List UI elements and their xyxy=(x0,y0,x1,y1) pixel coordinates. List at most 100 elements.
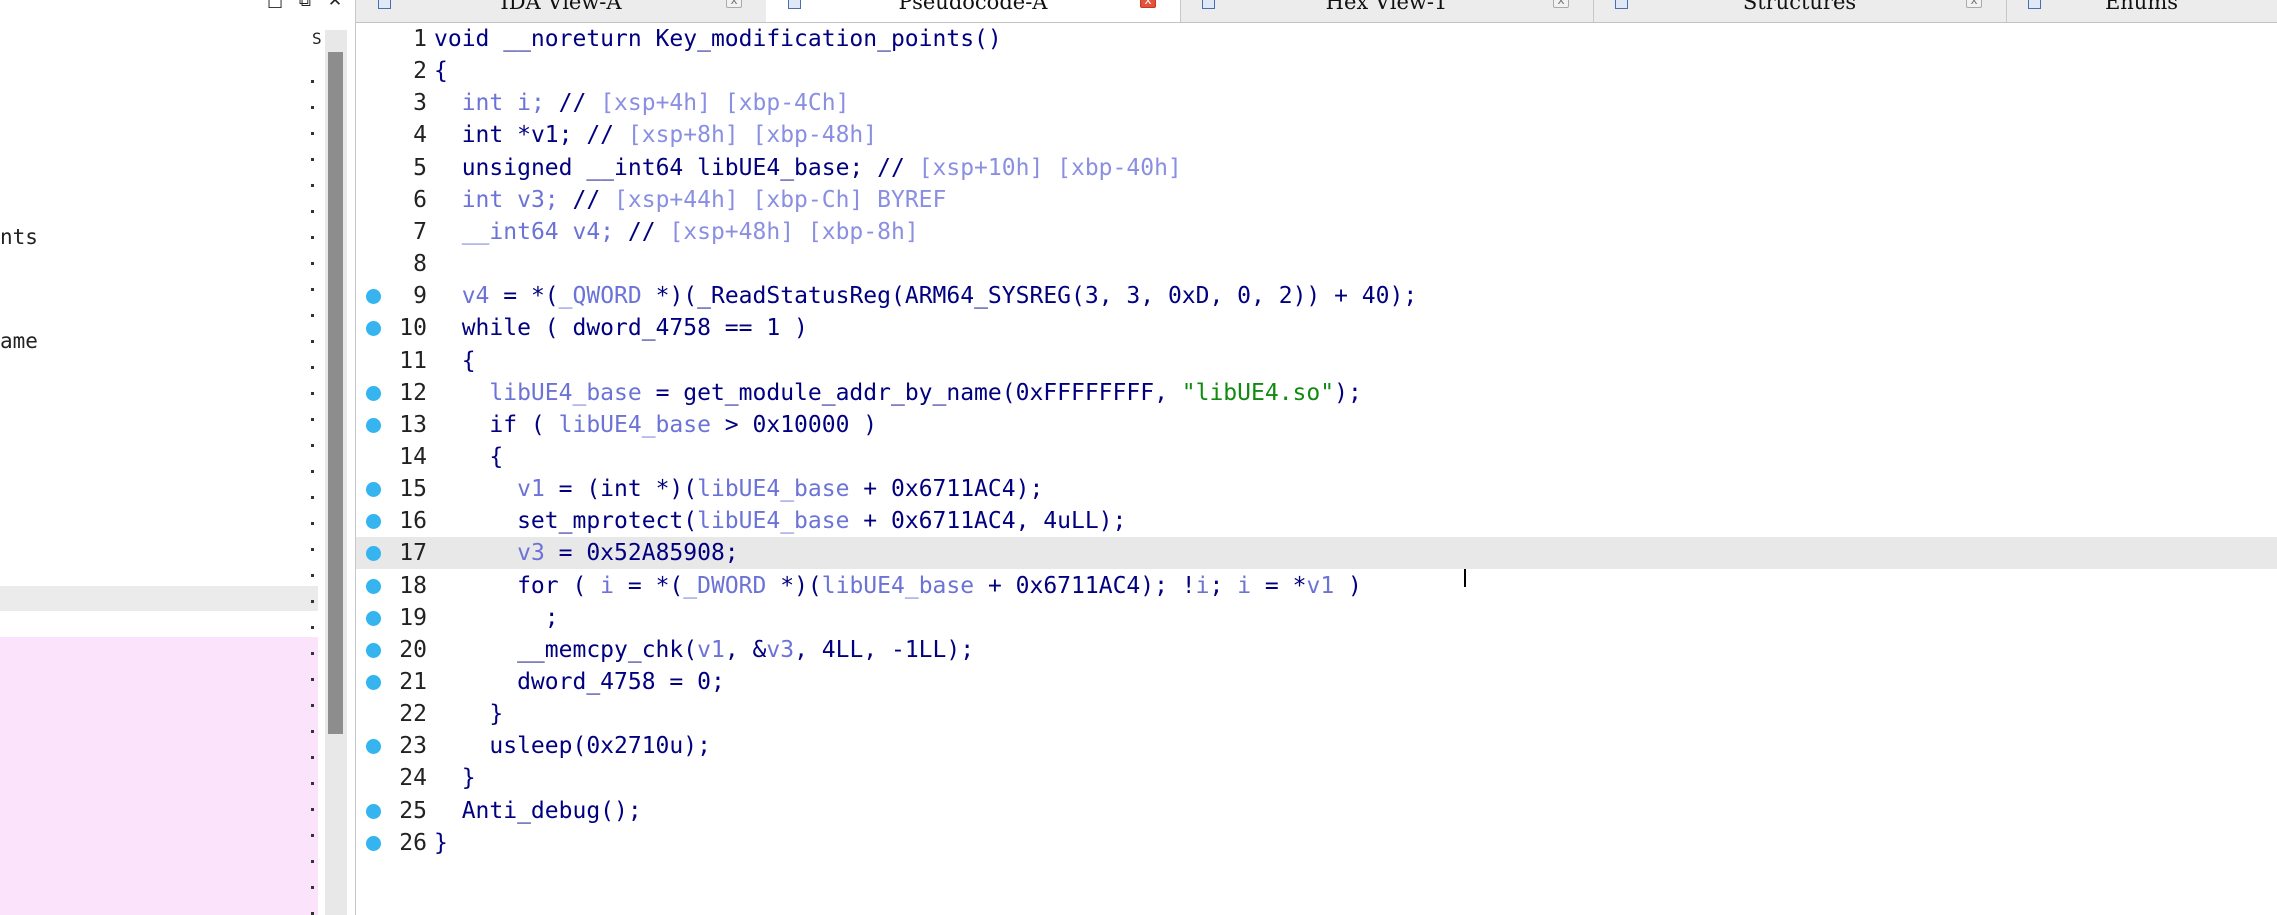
tab-close-icon[interactable]: x xyxy=(1966,0,1982,8)
line-number: 18 xyxy=(399,573,427,599)
function-list-item[interactable]: nts xyxy=(0,224,38,250)
code-line[interactable]: 16 set_mprotect(libUE4_base + 0x6711AC4,… xyxy=(356,505,2277,537)
line-number: 13 xyxy=(399,412,427,438)
tab-structures[interactable]: Structures x xyxy=(1593,0,2007,22)
code-line[interactable]: 2{ xyxy=(356,55,2277,87)
row-marker-dot xyxy=(311,704,314,707)
row-markers xyxy=(308,28,316,915)
line-number: 2 xyxy=(413,58,427,84)
line-number: 11 xyxy=(399,348,427,374)
tab-label: Structures xyxy=(1742,0,1857,14)
row-marker-dot xyxy=(311,340,314,343)
code-line[interactable]: 11 { xyxy=(356,345,2277,377)
functions-selected-row[interactable] xyxy=(0,586,318,611)
line-number: 14 xyxy=(399,444,427,470)
pane-window-controls: □ ⧉ ✕ xyxy=(265,0,345,12)
code-line[interactable]: 25 Anti_debug(); xyxy=(356,795,2277,827)
code-line[interactable]: 12 libUE4_base = get_module_addr_by_name… xyxy=(356,377,2277,409)
code-line[interactable]: 22 } xyxy=(356,698,2277,730)
code-text: while ( dword_4758 == 1 ) xyxy=(434,315,808,341)
tab-enums[interactable]: Enums xyxy=(2006,0,2277,22)
functions-scrollbar-thumb[interactable] xyxy=(328,52,343,734)
line-number: 24 xyxy=(399,765,427,791)
line-number: 10 xyxy=(399,315,427,341)
code-text: set_mprotect(libUE4_base + 0x6711AC4, 4u… xyxy=(434,508,1127,534)
row-marker-dot xyxy=(311,288,314,291)
tab-close-icon[interactable]: x xyxy=(1553,0,1569,8)
view-tabbar: IDA View-A x Pseudocode-A x Hex View-1 x Struc… xyxy=(356,0,2277,23)
code-text: for ( i = *(_DWORD *)(libUE4_base + 0x67… xyxy=(434,573,1362,599)
line-number: 23 xyxy=(399,733,427,759)
code-line[interactable]: 5 unsigned __int64 libUE4_base; // [xsp+… xyxy=(356,152,2277,184)
row-marker-dot xyxy=(311,210,314,213)
code-line[interactable]: 6 int v3; // [xsp+44h] [xbp-Ch] BYREF xyxy=(356,184,2277,216)
float-icon[interactable]: ⧉ xyxy=(295,0,315,10)
line-number: 4 xyxy=(413,122,427,148)
line-number: 21 xyxy=(399,669,427,695)
code-text: dword_4758 = 0; xyxy=(434,669,725,695)
code-line[interactable]: 23 usleep(0x2710u); xyxy=(356,730,2277,762)
code-line[interactable]: 15 v1 = (int *)(libUE4_base + 0x6711AC4)… xyxy=(356,473,2277,505)
pseudocode-editor[interactable]: 1 void __noreturn Key_modification_points… xyxy=(356,23,2277,915)
row-marker-dot xyxy=(311,782,314,785)
code-line[interactable]: 17 v3 = 0x52A85908; xyxy=(356,537,2277,569)
code-line[interactable]: 20 __memcpy_chk(v1, &v3, 4LL, -1LL); xyxy=(356,634,2277,666)
code-line[interactable]: 18 for ( i = *(_DWORD *)(libUE4_base + 0… xyxy=(356,570,2277,602)
code-text: __int64 v4; // [xsp+48h] [xbp-8h] xyxy=(461,219,919,245)
code-text: v4 = *(_QWORD *)(_ReadStatusReg(ARM64_SY… xyxy=(461,283,1418,309)
code-line[interactable]: 10 while ( dword_4758 == 1 ) xyxy=(356,312,2277,344)
code-text: } xyxy=(434,701,504,727)
code-line[interactable]: 24 } xyxy=(356,762,2277,794)
code-line[interactable]: 9 v4 = *(_QWORD *)(_ReadStatusReg(ARM64_… xyxy=(356,280,2277,312)
line-number: 19 xyxy=(399,605,427,631)
code-line[interactable]: 14 { xyxy=(356,441,2277,473)
row-marker-dot xyxy=(311,756,314,759)
row-marker-dot xyxy=(311,470,314,473)
row-marker-dot xyxy=(311,418,314,421)
code-line[interactable]: 1 void __noreturn Key_modification_points… xyxy=(356,23,2277,55)
code-line[interactable]: 8 xyxy=(356,248,2277,280)
function-list-item[interactable]: ame xyxy=(0,328,38,354)
row-marker-dot xyxy=(311,366,314,369)
code-line[interactable]: 26} xyxy=(356,827,2277,859)
tab-pseudocode-a[interactable]: Pseudocode-A x xyxy=(766,0,1181,22)
code-text: __memcpy_chk(v1, &v3, 4LL, -1LL); xyxy=(434,637,975,663)
code-text: int i; // [xsp+4h] [xbp-4Ch] xyxy=(461,90,850,116)
restore-icon[interactable]: □ xyxy=(265,0,285,10)
tab-close-icon[interactable]: x xyxy=(726,0,742,8)
tab-label: Enums xyxy=(2104,0,2179,14)
code-line[interactable]: 3 int i; // [xsp+4h] [xbp-4Ch] xyxy=(356,87,2277,119)
close-icon[interactable]: ✕ xyxy=(325,0,345,10)
code-line[interactable]: 21 dword_4758 = 0; xyxy=(356,666,2277,698)
code-text: { xyxy=(434,58,448,84)
row-marker-dot xyxy=(311,548,314,551)
code-text: ; xyxy=(434,605,559,631)
code-line[interactable]: 7 __int64 v4; // [xsp+48h] [xbp-8h] xyxy=(356,216,2277,248)
row-marker-dot xyxy=(311,730,314,733)
row-marker-dot xyxy=(311,860,314,863)
tab-close-icon[interactable]: x xyxy=(1140,0,1156,8)
code-text: v1 = (int *)(libUE4_base + 0x6711AC4); xyxy=(517,476,1044,502)
line-number: 25 xyxy=(399,798,427,824)
code-text: void __noreturn Key_modification_points(… xyxy=(434,26,1002,52)
code-line[interactable]: 13 if ( libUE4_base > 0x10000 ) xyxy=(356,409,2277,441)
functions-pane: □ ⧉ ✕ nts ame S xyxy=(0,0,356,915)
row-marker-dot xyxy=(311,678,314,681)
code-text: { xyxy=(434,348,476,374)
line-number: 17 xyxy=(399,540,427,566)
code-line[interactable]: 19 ; xyxy=(356,602,2277,634)
code-text: v3 = 0x52A85908; xyxy=(517,540,739,566)
row-marker-dot xyxy=(311,808,314,811)
tab-hex-view-1[interactable]: Hex View-1 x xyxy=(1180,0,1594,22)
line-number: 6 xyxy=(413,187,427,213)
code-text: libUE4_base = get_module_addr_by_name(0x… xyxy=(489,380,1362,406)
code-line[interactable]: 4 int *v1; // [xsp+8h] [xbp-48h] xyxy=(356,119,2277,151)
row-marker-dot xyxy=(311,236,314,239)
tab-label: Hex View-1 xyxy=(1325,0,1448,14)
row-marker-dot xyxy=(311,834,314,837)
tab-label: IDA View-A xyxy=(500,0,622,14)
tab-ida-view-a[interactable]: IDA View-A x xyxy=(356,0,767,22)
row-marker-dot xyxy=(311,444,314,447)
row-marker-dot xyxy=(311,80,314,83)
line-number: 1 xyxy=(413,26,427,52)
